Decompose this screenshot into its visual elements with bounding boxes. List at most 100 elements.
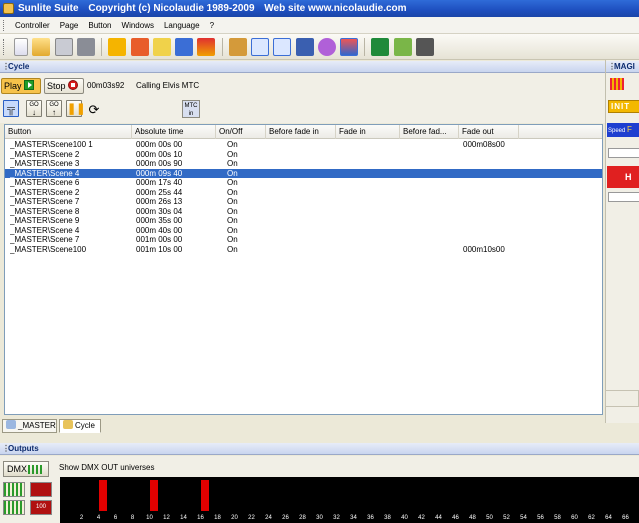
menu-windows[interactable]: Windows: [117, 17, 159, 34]
delete-icon[interactable]: [76, 38, 95, 56]
table-cell: On: [227, 206, 238, 216]
right-panel-header: ⋮MAGI: [606, 61, 639, 73]
dmx-button[interactable]: DMX: [3, 461, 49, 477]
go-up-button[interactable]: GO ↑: [46, 100, 62, 117]
cycle-icon[interactable]: [152, 38, 171, 56]
table-cell: _MASTER\Scene 7: [10, 235, 80, 244]
table-cell: _MASTER\Scene 8: [10, 206, 80, 216]
tab-master[interactable]: _MASTER: [2, 419, 57, 433]
table-row[interactable]: _MASTER\Scene100 001m 10s 00 On 000m10s00: [5, 245, 602, 254]
channel-tick: 42: [418, 515, 425, 521]
pause-button[interactable]: ❚❚: [66, 100, 85, 117]
menu-controller[interactable]: Controller: [10, 17, 55, 34]
table-row[interactable]: _MASTER\Scene 7 000m 26s 13 On: [5, 197, 602, 206]
table-row[interactable]: _MASTER\Scene 3 000m 00s 90 On: [5, 159, 602, 168]
table-cell: _MASTER\Scene 4: [10, 225, 80, 235]
table-cell: _MASTER\Scene 9: [10, 216, 80, 225]
right-panel: ⋮MAGI INIT Speed F H: [605, 60, 639, 423]
table-cell: On: [227, 178, 238, 187]
menu-button[interactable]: Button: [83, 17, 116, 34]
panel-icon[interactable]: [371, 38, 390, 56]
scene-icon[interactable]: [108, 38, 127, 56]
table-row[interactable]: _MASTER\Scene100 1 000m 00s 00 On 000m08s00: [5, 140, 602, 149]
table-cell: On: [227, 187, 238, 197]
column-header-absolute-time[interactable]: Absolute time: [132, 125, 216, 139]
tab-cycle[interactable]: Cycle: [59, 419, 101, 433]
table-cell: _MASTER\Scene 4: [10, 168, 80, 178]
table-row[interactable]: _MASTER\Scene 2 000m 25s 44 On: [5, 188, 602, 197]
column-header-before-fade-in[interactable]: Before fade in: [266, 125, 336, 139]
speed-bar[interactable]: Speed F: [607, 123, 639, 137]
speed-f-label: F: [627, 125, 632, 134]
go-down-button[interactable]: GO ↓: [26, 100, 42, 117]
easy-step-icon[interactable]: [273, 38, 292, 56]
column-header-fade-out[interactable]: Fade out: [459, 125, 519, 139]
h-bar[interactable]: H: [607, 166, 639, 188]
table-row[interactable]: _MASTER\Scene 7 001m 00s 00 On: [5, 235, 602, 244]
3d-icon[interactable]: [317, 38, 336, 56]
color-icon[interactable]: [197, 38, 216, 56]
speed-slider[interactable]: [608, 148, 639, 158]
outputs-title: Outputs: [8, 444, 39, 453]
right-panel-scrollbar[interactable]: [605, 390, 639, 407]
channel-tick: 2: [79, 515, 84, 521]
h-slider[interactable]: [608, 192, 639, 202]
channel-tick: 22: [248, 515, 255, 521]
column-header-fade-in[interactable]: Fade in: [336, 125, 400, 139]
table-cell: 000m 30s 04: [136, 206, 183, 216]
play-button[interactable]: Play: [1, 78, 41, 94]
init-bar[interactable]: INIT: [608, 100, 639, 113]
channel-tick: 48: [469, 515, 476, 521]
column-header-on-off[interactable]: On/Off: [216, 125, 266, 139]
dmx-label: DMX: [7, 464, 27, 474]
toolbar-separator: [101, 38, 103, 56]
channel-ticks: 2 4 6 8 10 12 14 16 18 20 22 24 26 28 30 32 34 36 38 40 42 44…: [60, 514, 639, 522]
column-header-before-fade-out[interactable]: Before fad...: [400, 125, 459, 139]
easy-stand-icon[interactable]: [251, 38, 270, 56]
table-cell: 001m 10s 00: [136, 244, 183, 254]
channel-tick: 32: [333, 515, 340, 521]
live-icon[interactable]: [228, 38, 247, 56]
toolbar-grip: [3, 39, 5, 55]
mtc-in-button[interactable]: MTC in: [182, 100, 200, 118]
stop-button[interactable]: Stop: [44, 78, 84, 94]
levels-red-icon[interactable]: [30, 482, 52, 497]
open-icon[interactable]: [32, 38, 51, 56]
speed-label: Speed: [608, 128, 626, 134]
menu-grip: [3, 20, 5, 31]
menu-page[interactable]: Page: [55, 17, 84, 34]
column-header-button[interactable]: Button: [5, 125, 132, 139]
bars-icon[interactable]: [610, 78, 624, 90]
table-row[interactable]: _MASTER\Scene 4 000m 40s 00 On: [5, 226, 602, 235]
channel-tick: 58: [554, 515, 561, 521]
monitor-icon[interactable]: [295, 38, 314, 56]
channel-tick: 64: [605, 515, 612, 521]
new-icon[interactable]: [14, 38, 29, 56]
table-row[interactable]: _MASTER\Scene 9 000m 35s 00 On: [5, 216, 602, 225]
channel-tick: 34: [350, 515, 357, 521]
table-row[interactable]: _MASTER\Scene 6 000m 17s 40 On: [5, 178, 602, 187]
table-cell: 001m 00s 00: [136, 235, 183, 244]
loop-button[interactable]: ⟳: [86, 100, 102, 117]
trigger-icon[interactable]: ╦: [3, 100, 19, 117]
menu-help[interactable]: ?: [205, 17, 219, 34]
save-icon[interactable]: [54, 38, 73, 56]
midi-icon[interactable]: [339, 38, 358, 56]
loop-icon: ⟳: [88, 102, 100, 117]
tools-icon[interactable]: [415, 38, 434, 56]
table-row[interactable]: _MASTER\Scene 4 000m 09s 40 On: [5, 168, 602, 178]
table-row[interactable]: _MASTER\Scene 2 000m 00s 10 On: [5, 150, 602, 159]
menu-language[interactable]: Language: [159, 17, 205, 34]
cycle-panel-title: Cycle: [8, 62, 30, 71]
value-100-icon[interactable]: 100: [30, 500, 52, 515]
levels-icon[interactable]: [3, 482, 25, 497]
table-row[interactable]: _MASTER\Scene 8 000m 30s 04 On: [5, 207, 602, 216]
table-cell: On: [227, 244, 238, 254]
table-cell: On: [227, 149, 238, 159]
switch-icon[interactable]: [130, 38, 149, 56]
play-icon: [23, 80, 34, 90]
channel-tick: 62: [588, 515, 595, 521]
music-icon[interactable]: [393, 38, 412, 56]
levels-small-icon[interactable]: [3, 500, 25, 515]
bus-icon[interactable]: [175, 38, 194, 56]
